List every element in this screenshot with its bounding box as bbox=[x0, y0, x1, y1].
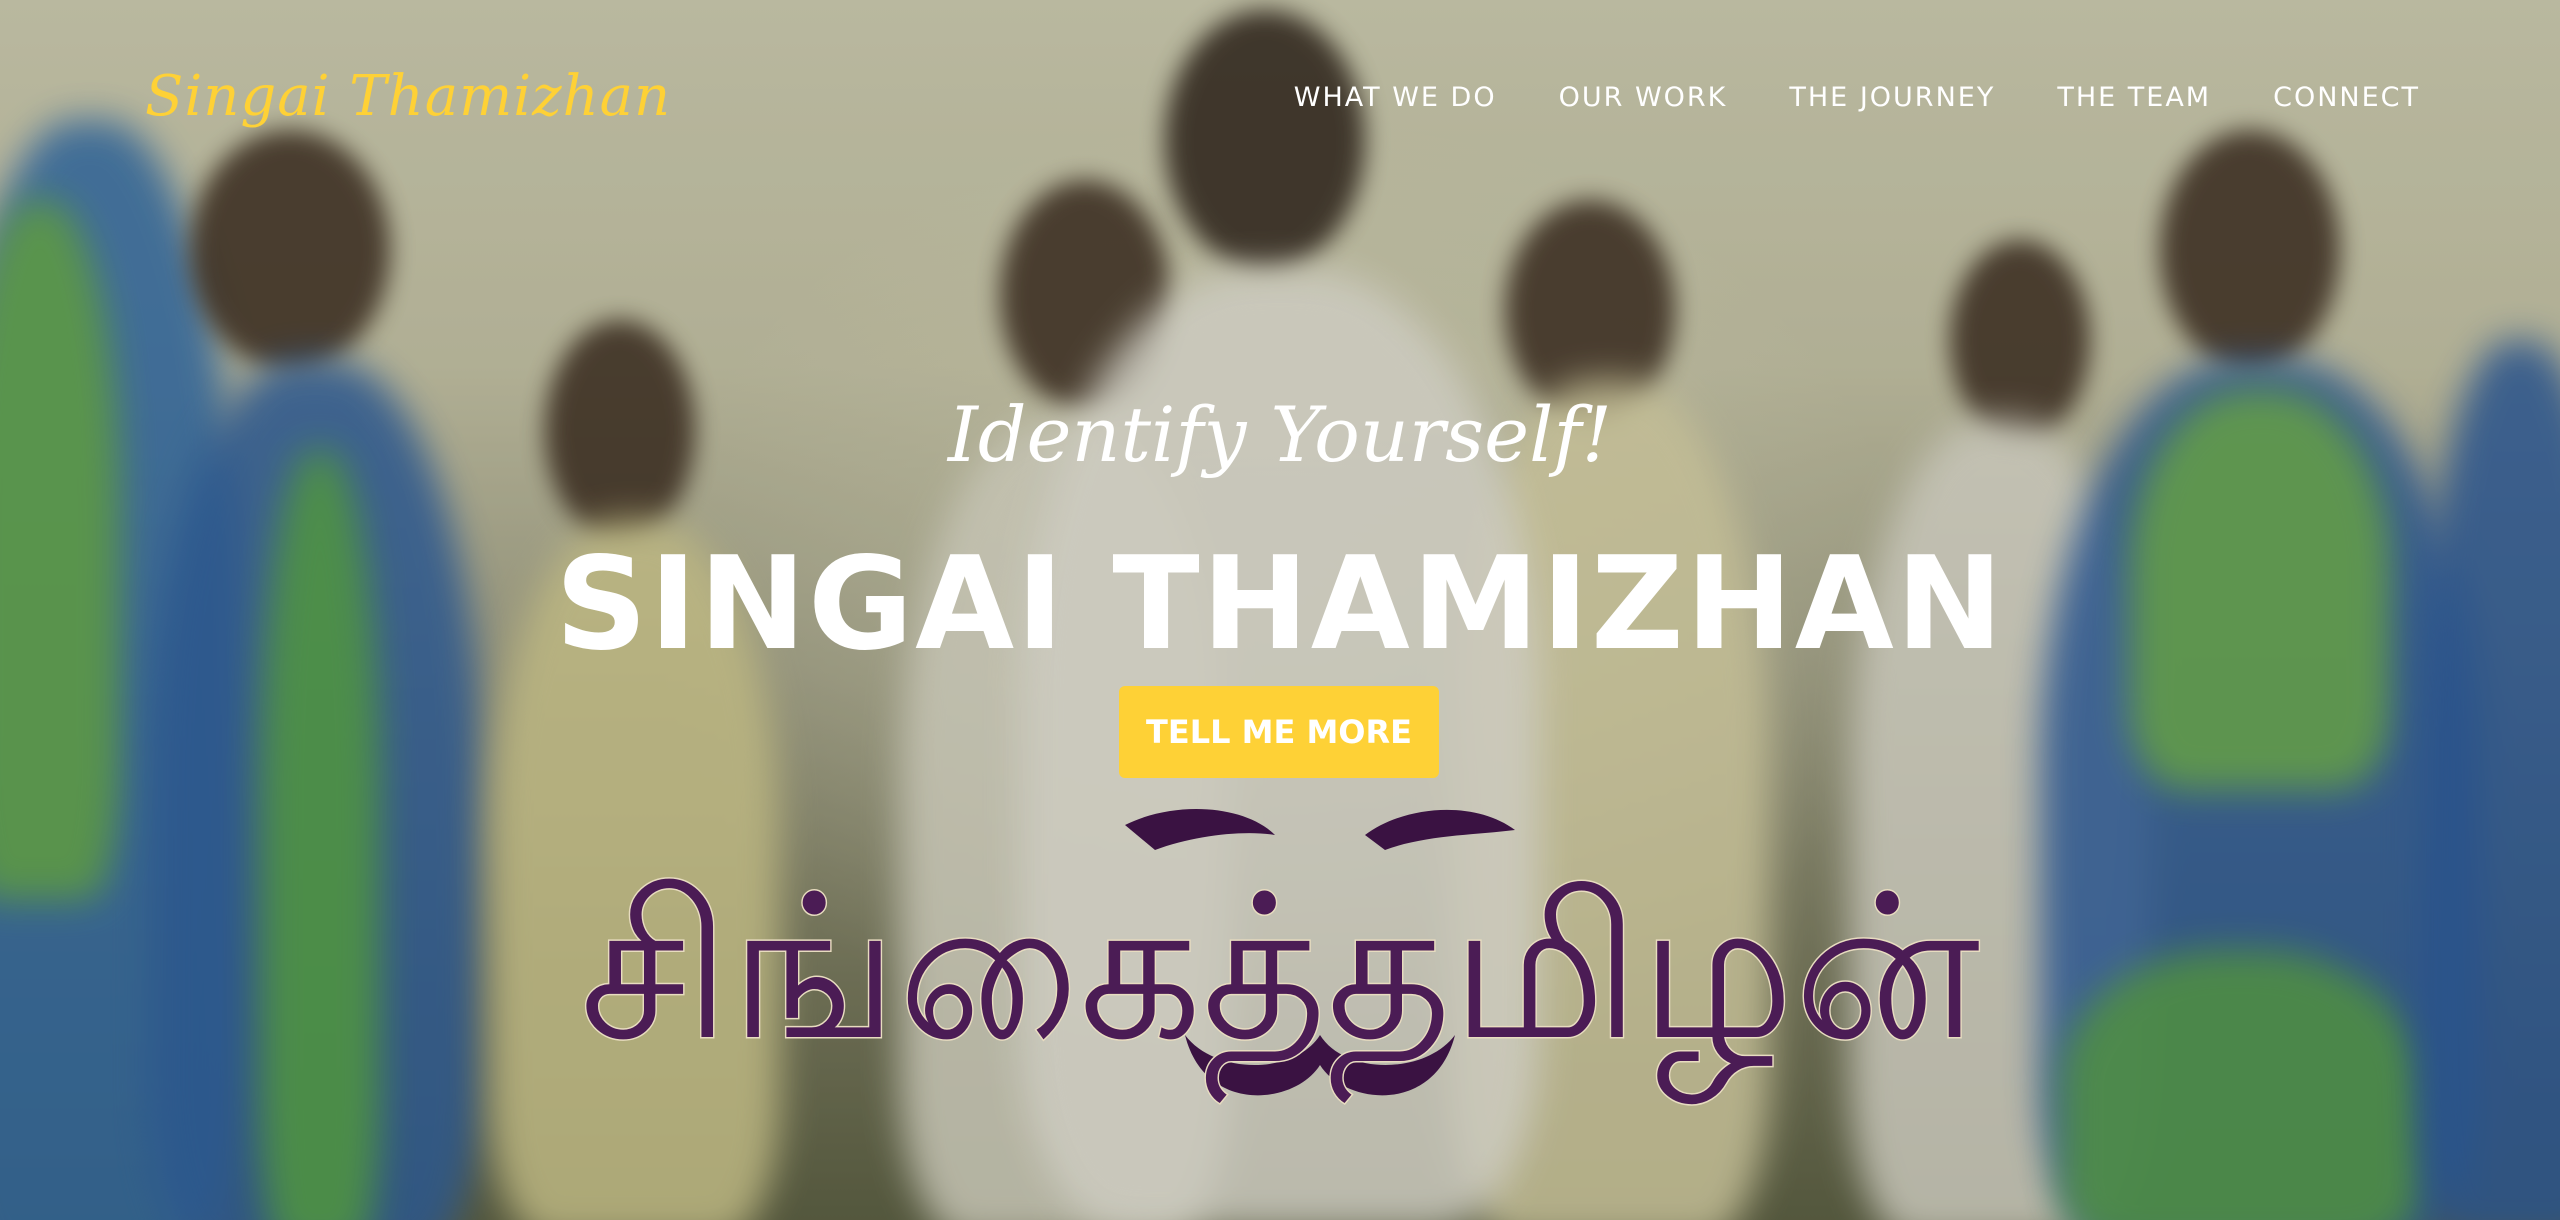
nav-item-what-we-do[interactable]: WHAT WE DO bbox=[1294, 82, 1497, 113]
eyebrows-icon bbox=[1125, 808, 1515, 850]
intro-heading: SINGAI THAMIZHAN bbox=[555, 530, 2005, 679]
hero-section: Singai Thamizhan WHAT WE DO OUR WORK THE… bbox=[0, 0, 2560, 1220]
nav-item-our-work[interactable]: OUR WORK bbox=[1559, 82, 1728, 113]
nav-item-connect[interactable]: CONNECT bbox=[2273, 82, 2420, 113]
brand-logo[interactable]: Singai Thamizhan bbox=[145, 64, 671, 129]
tell-me-more-button[interactable]: TELL ME MORE bbox=[1119, 686, 1439, 778]
singai-thamizhan-tamil-logo: சிங்கைத்தமிழன் bbox=[579, 808, 1982, 1106]
nav-item-the-team[interactable]: THE TEAM bbox=[2057, 82, 2211, 113]
tamil-logo-text: சிங்கைத்தமிழன் bbox=[580, 852, 1980, 1104]
nav-item-the-journey[interactable]: THE JOURNEY bbox=[1789, 82, 1995, 113]
navbar: Singai Thamizhan WHAT WE DO OUR WORK THE… bbox=[0, 0, 2560, 200]
intro-lead-text: Identify Yourself! bbox=[947, 390, 1613, 479]
nav-links: WHAT WE DO OUR WORK THE JOURNEY THE TEAM… bbox=[1294, 82, 2420, 113]
